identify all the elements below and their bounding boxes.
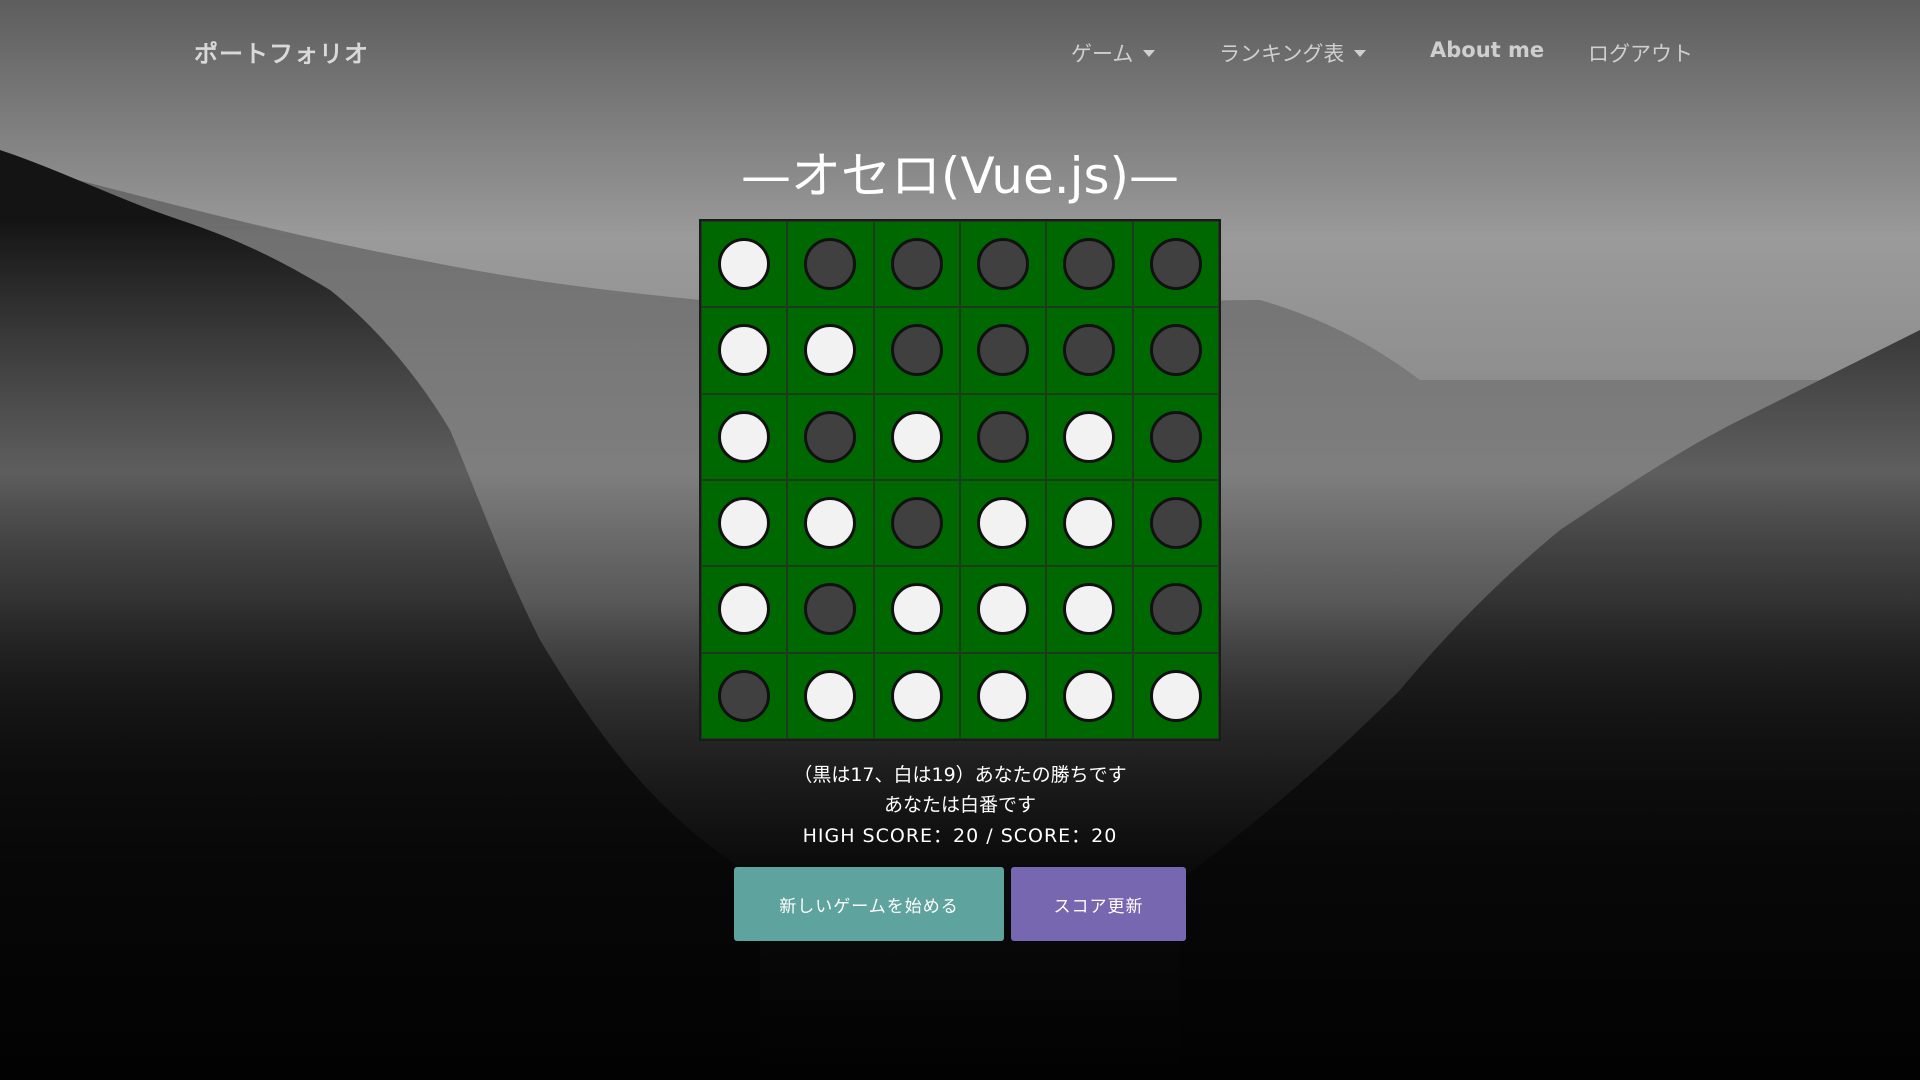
white-stone — [718, 410, 771, 463]
board-cell[interactable] — [787, 566, 874, 653]
black-stone — [977, 324, 1030, 377]
nav-menu-ranking[interactable]: ランキング表 — [1219, 38, 1367, 68]
othello-board — [699, 219, 1221, 741]
board-cell[interactable] — [701, 221, 788, 308]
white-stone — [1063, 669, 1116, 722]
white-stone — [1063, 497, 1116, 550]
board-cell[interactable] — [1046, 221, 1133, 308]
white-stone — [977, 669, 1030, 722]
board-cell[interactable] — [873, 480, 960, 567]
black-stone — [977, 238, 1030, 291]
board-cell[interactable] — [1046, 393, 1133, 480]
black-stone — [718, 669, 771, 722]
update-score-button[interactable]: スコア更新 — [1011, 867, 1186, 941]
board-cell[interactable] — [960, 307, 1047, 394]
black-stone — [1149, 238, 1202, 291]
black-stone — [890, 324, 943, 377]
white-stone — [977, 583, 1030, 636]
score-text: HIGH SCORE：20 / SCORE：20 — [802, 825, 1118, 847]
white-stone — [1063, 583, 1116, 636]
board-cell[interactable] — [787, 480, 874, 567]
black-stone — [1149, 583, 1202, 636]
black-stone — [890, 497, 943, 550]
board-cell[interactable] — [701, 566, 788, 653]
white-stone — [1063, 410, 1116, 463]
white-stone — [804, 669, 857, 722]
board-cell[interactable] — [787, 652, 874, 739]
board-cell[interactable] — [873, 566, 960, 653]
caret-down-icon — [1354, 49, 1367, 57]
board-cell[interactable] — [1132, 566, 1219, 653]
board-cell[interactable] — [960, 221, 1047, 308]
board-cell[interactable] — [873, 221, 960, 308]
board-cell[interactable] — [1046, 307, 1133, 394]
player-color-text: あなたは白番です — [883, 794, 1036, 816]
board-cell[interactable] — [701, 393, 788, 480]
board-cell[interactable] — [873, 393, 960, 480]
black-stone — [977, 410, 1030, 463]
board-cell[interactable] — [873, 652, 960, 739]
nav-menu-game[interactable]: ゲーム — [1071, 38, 1156, 68]
board-cell[interactable] — [1132, 307, 1219, 394]
white-stone — [1149, 669, 1202, 722]
black-stone — [804, 238, 857, 291]
white-stone — [890, 410, 943, 463]
board-cell[interactable] — [787, 393, 874, 480]
nav-menu-ranking-label: ランキング表 — [1219, 42, 1345, 66]
nav-menu-game-label: ゲーム — [1071, 42, 1134, 66]
board-cell[interactable] — [1132, 221, 1219, 308]
black-stone — [1063, 238, 1116, 291]
white-stone — [890, 583, 943, 636]
board-cell[interactable] — [787, 307, 874, 394]
board-cell[interactable] — [960, 652, 1047, 739]
white-stone — [718, 583, 771, 636]
black-stone — [1149, 324, 1202, 377]
board-cell[interactable] — [1046, 480, 1133, 567]
nav-link-logout[interactable]: ログアウト — [1588, 38, 1693, 68]
white-stone — [718, 324, 771, 377]
caret-down-icon — [1143, 49, 1156, 57]
black-stone — [804, 583, 857, 636]
board-cell[interactable] — [787, 221, 874, 308]
board-cell[interactable] — [1132, 393, 1219, 480]
board-cell[interactable] — [960, 480, 1047, 567]
white-stone — [804, 497, 857, 550]
board-cell[interactable] — [1046, 566, 1133, 653]
black-stone — [1149, 410, 1202, 463]
board-cell[interactable] — [960, 393, 1047, 480]
game-result-text: （黒は17、白は19）あなたの勝ちです — [793, 764, 1127, 786]
board-cell[interactable] — [701, 480, 788, 567]
white-stone — [718, 238, 771, 291]
black-stone — [890, 238, 943, 291]
new-game-button[interactable]: 新しいゲームを始める — [734, 867, 1004, 941]
board-cell[interactable] — [960, 566, 1047, 653]
white-stone — [890, 669, 943, 722]
white-stone — [718, 497, 771, 550]
white-stone — [977, 497, 1030, 550]
board-cell[interactable] — [1132, 480, 1219, 567]
white-stone — [804, 324, 857, 377]
black-stone — [1063, 324, 1116, 377]
board-cell[interactable] — [701, 652, 788, 739]
page-title: —オセロ(Vue.js)— — [740, 147, 1180, 205]
board-cell[interactable] — [1046, 652, 1133, 739]
brand-logo[interactable]: ポートフォリオ — [194, 34, 369, 69]
board-cell[interactable] — [1132, 652, 1219, 739]
black-stone — [804, 410, 857, 463]
nav-link-about[interactable]: About me — [1430, 38, 1544, 62]
board-cell[interactable] — [873, 307, 960, 394]
black-stone — [1149, 497, 1202, 550]
navbar: ポートフォリオ ゲーム ランキング表 About me ログアウト — [0, 0, 1920, 106]
board-cell[interactable] — [701, 307, 788, 394]
